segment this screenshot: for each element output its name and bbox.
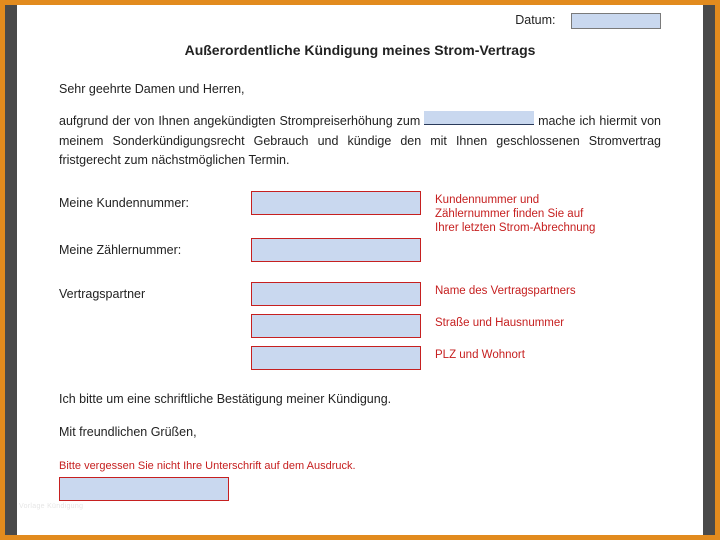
empty-label-2 <box>59 346 251 349</box>
vertragspartner-strasse-field[interactable] <box>251 314 421 338</box>
date-label: Datum: <box>515 13 555 27</box>
vertragspartner-label: Vertragspartner <box>59 282 251 304</box>
paragraph-part1: aufgrund der von Ihnen angekündigten Str… <box>59 114 424 128</box>
row-vertragspartner-plz: PLZ und Wohnort <box>59 346 661 376</box>
kundennummer-label: Meine Kundennummer: <box>59 191 251 213</box>
vertragspartner-name-hint: Name des Vertragspartners <box>435 282 576 298</box>
date-row: Datum: <box>59 11 661 30</box>
kundennummer-hint: Kundennummer und Zählernummer finden Sie… <box>435 191 605 236</box>
confirmation-request: Ich bitte um eine schriftliche Bestätigu… <box>59 390 661 409</box>
form-grid: Meine Kundennummer: Kundennummer und Zäh… <box>59 191 661 376</box>
empty-label-1 <box>59 314 251 317</box>
row-zaehlernummer: Meine Zählernummer: <box>59 238 661 268</box>
signature-hint: Bitte vergessen Sie nicht Ihre Unterschr… <box>59 460 661 474</box>
salutation: Sehr geehrte Damen und Herren, <box>59 80 661 99</box>
main-paragraph: aufgrund der von Ihnen angekündigten Str… <box>59 111 661 170</box>
zaehlernummer-field[interactable] <box>251 238 421 262</box>
vertragspartner-plz-hint: PLZ und Wohnort <box>435 346 525 362</box>
vertragspartner-strasse-hint: Straße und Hausnummer <box>435 314 564 330</box>
zaehlernummer-label: Meine Zählernummer: <box>59 238 251 260</box>
date-field[interactable] <box>571 13 661 29</box>
closing-line: Mit freundlichen Grüßen, <box>59 423 661 442</box>
vertragspartner-plz-field[interactable] <box>251 346 421 370</box>
price-increase-date-field[interactable] <box>424 111 534 125</box>
row-kundennummer: Meine Kundennummer: Kundennummer und Zäh… <box>59 191 661 236</box>
vertragspartner-name-field[interactable] <box>251 282 421 306</box>
row-vertragspartner-name: Vertragspartner Name des Vertragspartner… <box>59 282 661 312</box>
watermark: Vorlage Kündigung <box>19 502 83 513</box>
document-title: Außerordentliche Kündigung meines Strom-… <box>59 40 661 62</box>
document-page: Datum: Außerordentliche Kündigung meines… <box>17 5 703 535</box>
row-vertragspartner-strasse: Straße und Hausnummer <box>59 314 661 344</box>
app-frame: Datum: Außerordentliche Kündigung meines… <box>5 5 715 535</box>
kundennummer-field[interactable] <box>251 191 421 215</box>
signature-field[interactable] <box>59 477 229 501</box>
